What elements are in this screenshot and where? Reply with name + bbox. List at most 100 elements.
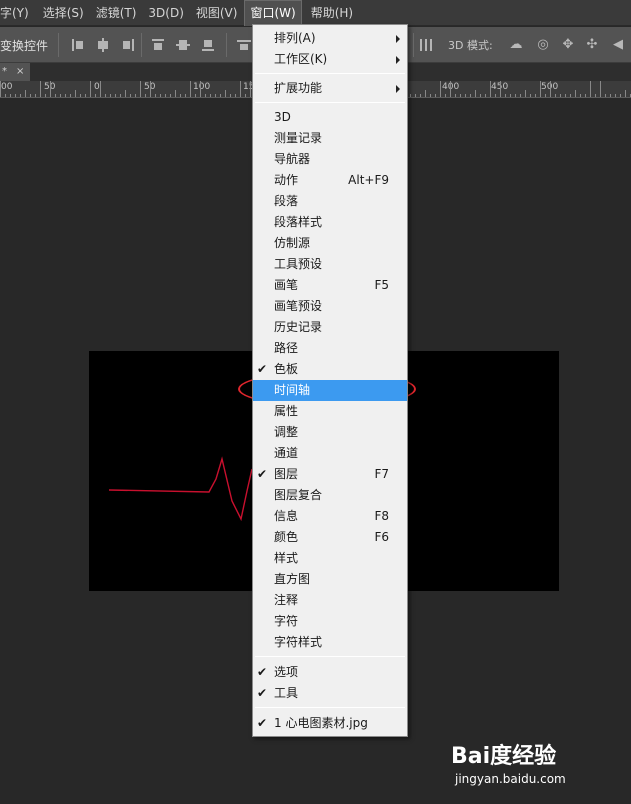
ruler-tick: [530, 94, 531, 97]
document-tab[interactable]: * ×: [0, 63, 30, 81]
submenu-arrow-icon: [396, 35, 400, 43]
menu-help[interactable]: 帮助(H): [306, 0, 358, 26]
ruler-tick: [100, 81, 101, 97]
checkmark-icon: ✔: [257, 362, 268, 376]
slide-3d-icon[interactable]: ✣: [584, 37, 600, 53]
ruler-tick: [430, 94, 431, 97]
menu-item-paragraph[interactable]: 段落: [253, 191, 407, 212]
rotate-3d-icon[interactable]: ☁: [508, 37, 524, 53]
menu-item-measurement-log[interactable]: 测量记录: [253, 128, 407, 149]
menu-item-workspace[interactable]: 工作区(K): [253, 49, 407, 70]
menu-item-options[interactable]: ✔ 选项: [253, 662, 407, 683]
ruler-tick: [40, 81, 41, 97]
ruler-tick: [515, 94, 516, 97]
align-left-icon[interactable]: [70, 37, 86, 53]
ruler-tick: [520, 94, 521, 97]
distribute-top-icon[interactable]: [236, 37, 252, 53]
ruler-tick: [450, 81, 451, 97]
align-bottom-icon[interactable]: [200, 37, 216, 53]
menu-item-tools[interactable]: ✔ 工具: [253, 683, 407, 704]
menu-item-paragraph-styles[interactable]: 段落样式: [253, 212, 407, 233]
menu-item-brush-presets[interactable]: 画笔预设: [253, 296, 407, 317]
menu-item-histogram[interactable]: 直方图: [253, 569, 407, 590]
options-separator: [413, 33, 414, 57]
menu-item-styles[interactable]: 样式: [253, 548, 407, 569]
pan-3d-icon[interactable]: ✥: [560, 37, 576, 53]
menu-item-3d[interactable]: 3D: [253, 107, 407, 128]
ruler-tick: [570, 94, 571, 97]
menu-item-timeline[interactable]: 时间轴: [253, 380, 407, 401]
ruler-tick: [90, 81, 91, 97]
ruler-tick: [250, 81, 251, 97]
distribute-spacing-icon[interactable]: [418, 37, 434, 53]
ruler-tick: [145, 94, 146, 97]
menu-item-layer-comps[interactable]: 图层复合: [253, 485, 407, 506]
menu-item-extensions[interactable]: 扩展功能: [253, 78, 407, 99]
menu-item-color[interactable]: 颜色 F6: [253, 527, 407, 548]
ruler-tick: [60, 94, 61, 97]
menu-item-clone-source[interactable]: 仿制源: [253, 233, 407, 254]
menu-item-open-document[interactable]: ✔ 1 心电图素材.jpg: [253, 713, 407, 734]
baidu-jingyan-watermark: Bai度经验 jingyan.baidu.com: [451, 738, 601, 798]
menu-item-swatches[interactable]: ✔ 色板: [253, 359, 407, 380]
transform-controls-label[interactable]: 变换控件: [0, 37, 48, 54]
ruler-tick: [600, 81, 601, 97]
options-separator: [141, 33, 142, 57]
menu-item-paths[interactable]: 路径: [253, 338, 407, 359]
align-center-horizontal-icon[interactable]: [95, 37, 111, 53]
ruler-tick: [85, 94, 86, 97]
menu-item-properties[interactable]: 属性: [253, 401, 407, 422]
ruler-tick: [555, 94, 556, 97]
ruler-tick: [75, 90, 76, 97]
ruler-tick: [525, 90, 526, 97]
menu-item-channels[interactable]: 通道: [253, 443, 407, 464]
menu-item-tool-presets[interactable]: 工具预设: [253, 254, 407, 275]
menu-select[interactable]: 选择(S): [38, 0, 89, 26]
close-icon[interactable]: ×: [16, 63, 24, 81]
menu-filter[interactable]: 滤镜(T): [91, 0, 142, 26]
menu-item-history[interactable]: 历史记录: [253, 317, 407, 338]
menu-item-notes[interactable]: 注释: [253, 590, 407, 611]
ruler-label: 0: [94, 82, 100, 92]
align-right-icon[interactable]: [120, 37, 136, 53]
ruler-tick: [225, 90, 226, 97]
scale-3d-icon[interactable]: ◀: [610, 37, 626, 53]
ruler-tick: [240, 81, 241, 97]
ruler-tick: [150, 81, 151, 97]
menu-item-layers[interactable]: ✔ 图层 F7: [253, 464, 407, 485]
menu-item-info[interactable]: 信息 F8: [253, 506, 407, 527]
ruler-tick: [160, 94, 161, 97]
menu-item-brush[interactable]: 画笔 F5: [253, 275, 407, 296]
ruler-tick: [205, 94, 206, 97]
menu-view[interactable]: 视图(V): [191, 0, 243, 26]
menu-item-adjustments[interactable]: 调整: [253, 422, 407, 443]
menu-item-character-styles[interactable]: 字符样式: [253, 632, 407, 653]
roll-3d-icon[interactable]: ◎: [535, 37, 551, 53]
ruler-tick: [175, 90, 176, 97]
align-middle-vertical-icon[interactable]: [175, 37, 191, 53]
menu-separator: [255, 73, 405, 74]
ruler-tick: [110, 94, 111, 97]
ruler-tick: [490, 81, 491, 97]
ruler-tick: [545, 94, 546, 97]
menu-item-character[interactable]: 字符: [253, 611, 407, 632]
ruler-tick: [200, 81, 201, 97]
menu-window[interactable]: 窗口(W): [244, 0, 302, 26]
menu-type[interactable]: 字(Y): [0, 0, 34, 26]
ruler-tick: [620, 94, 621, 97]
menu-3d[interactable]: 3D(D): [143, 0, 188, 26]
ruler-tick: [120, 94, 121, 97]
ruler-tick: [425, 90, 426, 97]
watermark-url: jingyan.baidu.com: [455, 772, 566, 786]
menu-item-navigator[interactable]: 导航器: [253, 149, 407, 170]
checkmark-icon: ✔: [257, 716, 268, 730]
menu-item-actions[interactable]: 动作 Alt+F9: [253, 170, 407, 191]
ruler-tick: [420, 94, 421, 97]
menu-item-arrange[interactable]: 排列(A): [253, 28, 407, 49]
menu-bar: 字(Y) 选择(S) 滤镜(T) 3D(D) 视图(V) 窗口(W) 帮助(H): [0, 0, 631, 26]
ruler-tick: [30, 94, 31, 97]
ruler-label: 100: [193, 82, 211, 92]
align-top-icon[interactable]: [150, 37, 166, 53]
checkmark-icon: ✔: [257, 467, 268, 481]
ruler-tick: [485, 94, 486, 97]
